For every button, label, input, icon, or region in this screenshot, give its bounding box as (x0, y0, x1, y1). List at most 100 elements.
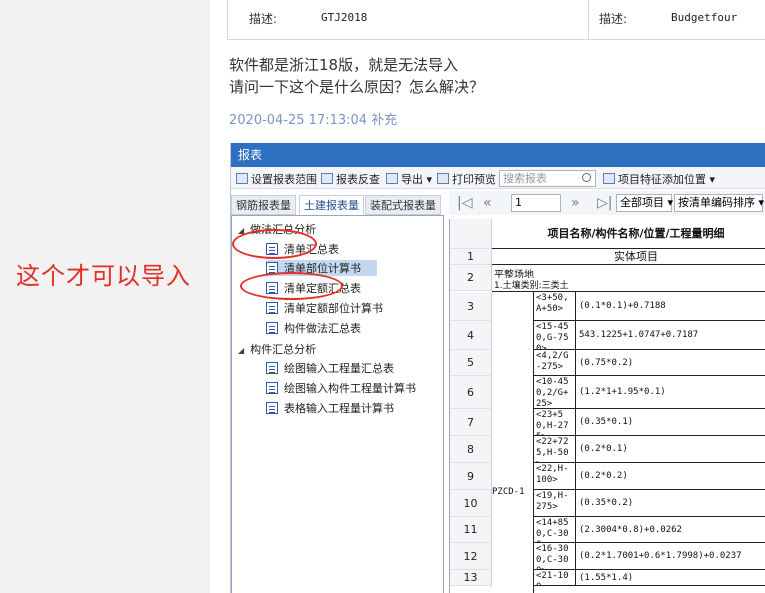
page-number-input[interactable]: 1 (511, 194, 561, 212)
tab-prefab[interactable]: 装配式报表量 (365, 195, 441, 215)
last-page-icon[interactable]: ▷| (597, 195, 612, 211)
row-number: 11 (450, 517, 492, 543)
component-name: PZCD-1 (492, 292, 534, 593)
sort-select[interactable]: 按清单编码排序 ▾ (674, 194, 764, 212)
tree-item-label: 表格输入工程量计算书 (284, 402, 394, 415)
expression-cell: (2.3004*0.8)+0.0262 (576, 517, 765, 543)
report-doc-icon (266, 402, 278, 414)
question-line-1: 软件都是浙江18版，就是无法导入 (229, 56, 459, 74)
attachment-desc-value: GTJ2018 (321, 11, 368, 24)
expression-cell: 543.1225+1.0747+0.7187 (576, 321, 765, 350)
row-number: 2 (450, 265, 492, 291)
row-number: 4 (450, 321, 492, 350)
item-description: 1.土壤类别:三类土 (494, 281, 569, 290)
grid-sub-header: 实体项目 (492, 249, 765, 265)
position-cell: <15-450,G-750> (534, 321, 576, 350)
first-page-icon[interactable]: |◁ (457, 195, 472, 211)
add-position-dropdown[interactable]: 项目特征添加位置 ▾ (603, 171, 715, 187)
report-doc-icon (266, 362, 278, 374)
grid-header: 项目名称/构件名称/位置/工程量明细 (492, 219, 765, 249)
page-gutter (0, 0, 210, 593)
report-toolbar: 设置报表范围 报表反查 导出 ▾ 打印预览 搜索报表 项目特征添加位置 ▾ (231, 167, 765, 189)
attachment-desc-label: 描述: (599, 12, 628, 26)
row-number: 10 (450, 490, 492, 517)
grid-corner (450, 219, 492, 249)
expression-cell: (0.2*1.7001+0.6*1.7998)+0.0237 (576, 543, 765, 570)
tree-item-component-method-summary[interactable]: 构件做法汇总表 (266, 320, 361, 336)
reverse-lookup-button[interactable]: 报表反查 (321, 171, 380, 187)
expression-cell: (0.35*0.1) (576, 409, 765, 436)
tree-item-list-quota-position-calc[interactable]: 清单定额部位计算书 (266, 300, 383, 316)
question-line-2: 请问一下这个是什么原因？怎么解决？ (229, 78, 485, 96)
expression-cell: (0.2*0.1) (576, 436, 765, 463)
filter-select[interactable]: 全部项目 ▾ (616, 194, 673, 212)
position-cell: <16-300,C-300> (534, 543, 576, 570)
attachment-desc-value: Budgetfour (671, 11, 738, 24)
expression-cell: (0.2*0.2) (576, 463, 765, 490)
expression-cell: (1.2*1+1.95*0.1) (576, 376, 765, 409)
tab-rebar[interactable]: 钢筋报表量 (231, 195, 296, 215)
highlight-ellipse-bottom (240, 272, 343, 300)
report-doc-icon (266, 302, 278, 314)
tree-item-label: 绘图输入工程量汇总表 (284, 362, 394, 375)
prev-page-icon[interactable]: « (483, 195, 492, 211)
print-preview-label: 打印预览 (452, 173, 496, 186)
sort-select-value: 按清单编码排序 (678, 196, 755, 209)
filter-select-value: 全部项目 (620, 196, 664, 209)
report-tree: ◢ 做法汇总分析 清单汇总表 清单部位计算书 清单定额汇总表 清单定额部位计算书 … (231, 215, 444, 593)
tree-item-table-calc[interactable]: 表格输入工程量计算书 (266, 400, 394, 416)
attachment-card-budget[interactable]: 描述: Budgetfour (588, 0, 765, 40)
next-page-icon[interactable]: » (571, 195, 580, 211)
highlight-ellipse-top (232, 229, 317, 259)
embedded-screenshot: 报表 设置报表范围 报表反查 导出 ▾ 打印预览 搜索报表 项目特征添加位置 ▾… (230, 143, 765, 593)
row-number: 3 (450, 292, 492, 321)
position-cell: <22,H-100> (534, 463, 576, 490)
expression-cell: (0.75*0.2) (576, 350, 765, 376)
position-cell: <23+50,H-275> (534, 409, 576, 436)
export-label: 导出 (401, 173, 423, 186)
tree-group-component-summary[interactable]: ◢ 构件汇总分析 (238, 341, 316, 357)
position-cell: <14+850,C-300> (534, 517, 576, 543)
report-nav-bar: |◁ « 1 » ▷| 全部项目 ▾ 按清单编码排序 ▾ (449, 191, 765, 215)
row-number: 1 (450, 249, 492, 265)
attachment-desc-label: 描述: (249, 12, 278, 26)
collapse-arrow-icon: ◢ (238, 346, 245, 355)
position-cell: <19,H-275> (534, 490, 576, 517)
tree-item-drawing-summary[interactable]: 绘图输入工程量汇总表 (266, 360, 394, 376)
row-number: 13 (450, 570, 492, 586)
range-icon (236, 173, 248, 184)
search-placeholder: 搜索报表 (503, 172, 547, 185)
position-cell: <4,2/G-275> (534, 350, 576, 376)
row-number: 8 (450, 436, 492, 463)
tree-item-drawing-component-calc[interactable]: 绘图输入构件工程量计算书 (266, 380, 416, 396)
add-position-label: 项目特征添加位置 (618, 173, 706, 186)
expression-cell: (0.1*0.1)+0.7188 (576, 292, 765, 321)
print-preview-button[interactable]: 打印预览 (437, 171, 496, 187)
attachment-card-gtj[interactable]: 描述: GTJ2018 (227, 0, 589, 40)
tree-item-label: 清单定额部位计算书 (284, 302, 383, 315)
report-search-input[interactable]: 搜索报表 (499, 170, 596, 187)
annotation-text: 这个才可以导入 (16, 262, 191, 290)
position-cell: <22+725,H-50> (534, 436, 576, 463)
search-icon (582, 173, 591, 182)
tree-item-label: 构件做法汇总表 (284, 322, 361, 335)
row-number: 9 (450, 463, 492, 490)
row-number: 12 (450, 543, 492, 570)
export-button[interactable]: 导出 ▾ (386, 171, 432, 187)
position-cell: <21-100 (534, 570, 576, 586)
position-icon (603, 173, 615, 184)
report-grid: 项目名称/构件名称/位置/工程量明细 1 实体项目 2 平整场地 1.土壤类别:… (449, 219, 765, 593)
tab-civil[interactable]: 土建报表量 (299, 195, 364, 215)
post-content: 描述: GTJ2018 描述: Budgetfour 软件都是浙江18版，就是无… (210, 0, 765, 593)
report-window-title: 报表 (231, 143, 765, 167)
row-number: 7 (450, 409, 492, 436)
expression-cell: (0.35*0.2) (576, 490, 765, 517)
tree-group-label: 构件汇总分析 (250, 343, 317, 356)
expression-cell: (1.55*1.4) (576, 570, 765, 586)
report-doc-icon (266, 382, 278, 394)
position-cell: <3+50,A+50> (534, 292, 576, 321)
export-icon (386, 173, 398, 184)
set-range-button[interactable]: 设置报表范围 (236, 171, 317, 187)
supplement-timestamp: 2020-04-25 17:13:04 补充 (229, 113, 398, 128)
tree-item-label: 绘图输入构件工程量计算书 (284, 382, 416, 395)
